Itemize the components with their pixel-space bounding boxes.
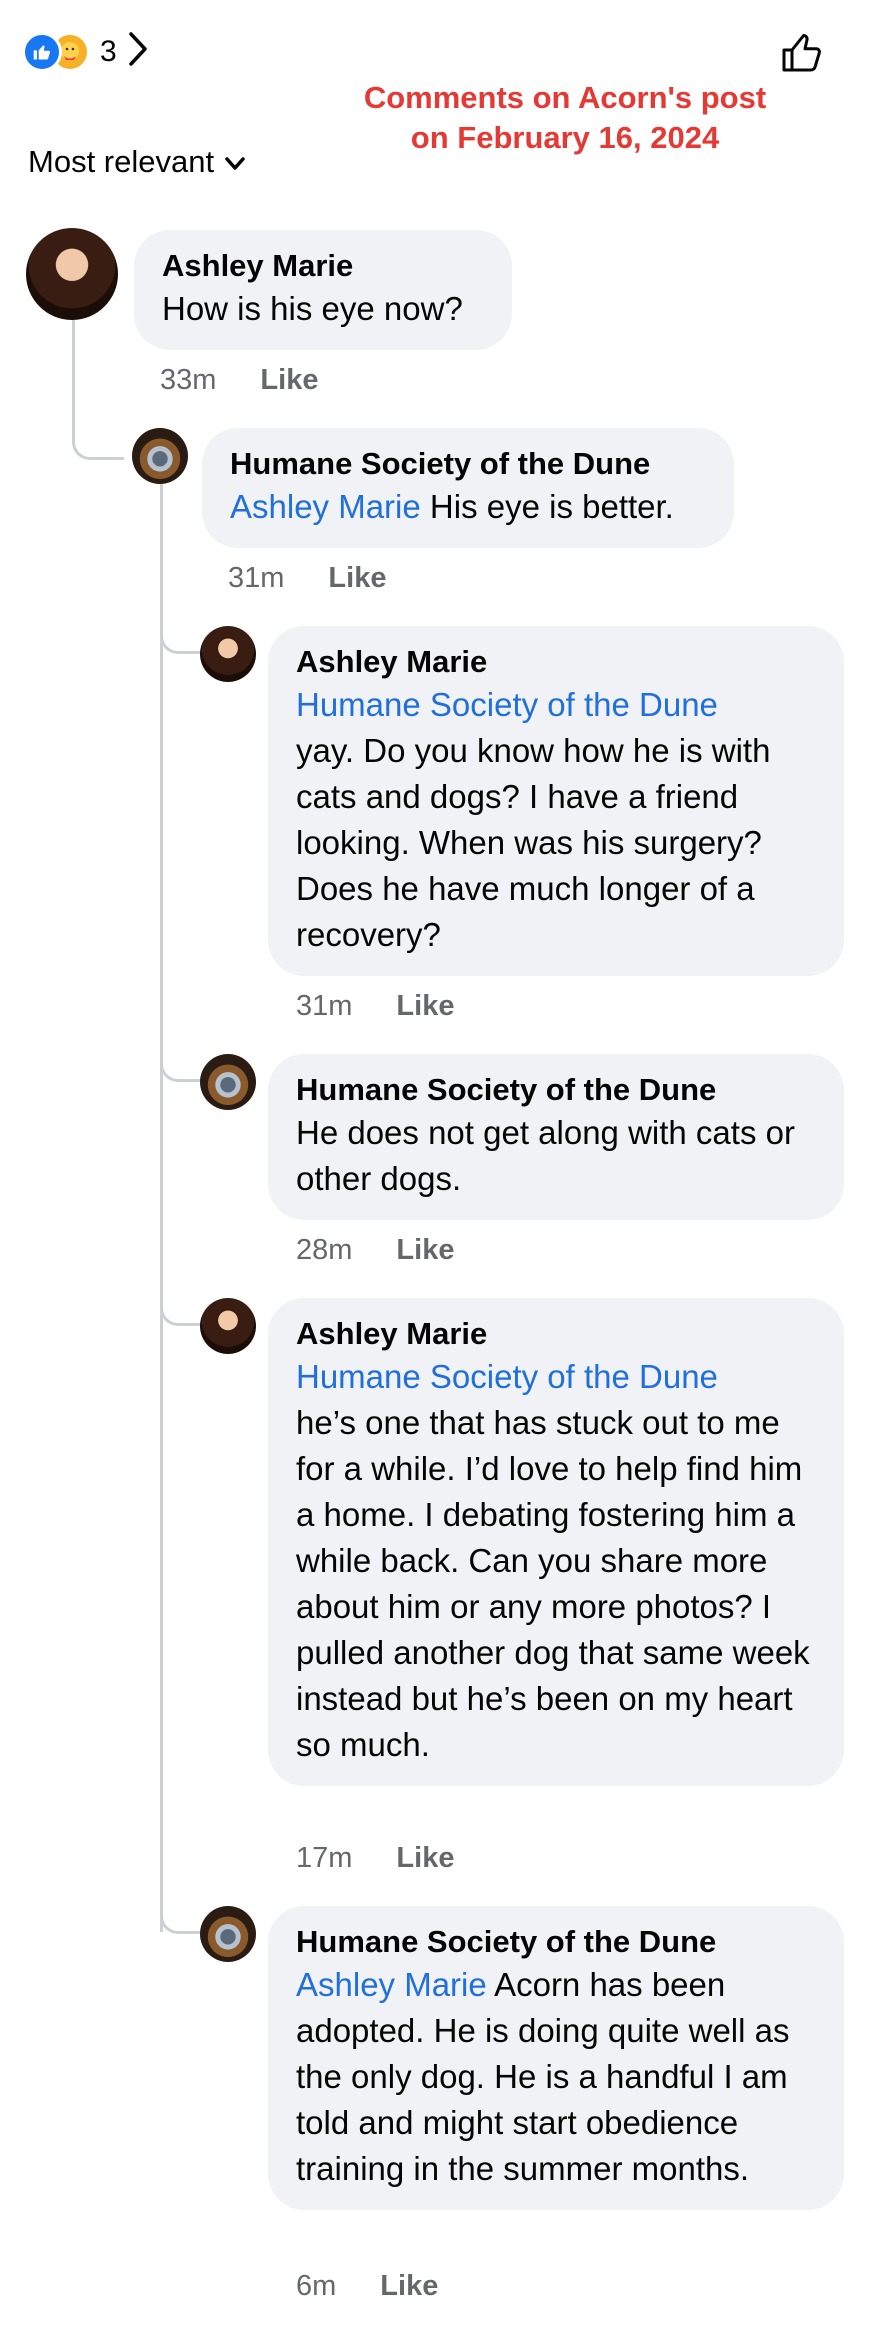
thread-curve-4 [160, 1910, 202, 1934]
comment-text: Humane Society of the Dune he’s one that … [296, 1354, 816, 1768]
avatar[interactable] [200, 1298, 256, 1354]
comment-author[interactable]: Ashley Marie [162, 246, 484, 286]
like-button[interactable]: Like [396, 1234, 454, 1267]
comment-author[interactable]: Humane Society of the Dune [296, 1070, 816, 1110]
chevron-right-icon[interactable] [127, 31, 149, 74]
comment-actions: 6m Like [296, 2270, 438, 2303]
like-button[interactable]: Like [380, 2270, 438, 2303]
comment-bubble: Ashley Marie How is his eye now? [134, 230, 512, 350]
like-button[interactable]: Like [260, 364, 318, 397]
comment-bubble: Humane Society of the Dune Ashley Marie … [202, 428, 734, 548]
comment-actions: 31m Like [228, 562, 386, 595]
comment-text: Ashley Marie Acorn has been adopted. He … [296, 1962, 816, 2192]
mention-link[interactable]: Humane Society of the Dune [296, 1354, 816, 1400]
comment-time[interactable]: 17m [296, 1842, 352, 1875]
comment-time[interactable]: 31m [228, 562, 284, 595]
comment-text: How is his eye now? [162, 290, 463, 327]
comment-actions: 31m Like [296, 990, 454, 1023]
thread-curve-3 [160, 1302, 202, 1326]
mention-link[interactable]: Humane Society of the Dune [296, 682, 816, 728]
comment-text: He does not get along with cats or other… [296, 1114, 795, 1197]
comment-actions: 17m Like [296, 1842, 454, 1875]
thumbs-up-outline-icon[interactable] [778, 28, 826, 76]
sort-label: Most relevant [28, 144, 215, 179]
comment-body: yay. Do you know how he is with cats and… [296, 732, 771, 953]
thread-curve-2 [160, 1058, 202, 1082]
comment-bubble: Ashley Marie Humane Society of the Dune y… [268, 626, 844, 976]
thread-line-root-curve [72, 440, 124, 460]
comment-actions: 28m Like [296, 1234, 454, 1267]
comment-time[interactable]: 28m [296, 1234, 352, 1267]
comment-author[interactable]: Ashley Marie [296, 642, 816, 682]
caption-line-1: Comments on Acorn's post [363, 80, 767, 115]
comment-author[interactable]: Humane Society of the Dune [296, 1922, 816, 1962]
sort-dropdown[interactable]: Most relevant [28, 144, 246, 180]
like-button[interactable]: Like [396, 990, 454, 1023]
avatar[interactable] [200, 626, 256, 682]
comment-text: Humane Society of the Dune yay. Do you kn… [296, 682, 816, 958]
comment-body: His eye is better. [420, 488, 674, 525]
mention-link[interactable]: Ashley Marie [230, 488, 421, 525]
avatar[interactable] [132, 428, 188, 484]
comment-bubble: Humane Society of the Dune He does not g… [268, 1054, 844, 1220]
avatar[interactable] [200, 1054, 256, 1110]
comment-bubble: Humane Society of the Dune Ashley Marie … [268, 1906, 844, 2210]
comment-text: Ashley Marie His eye is better. [230, 484, 706, 530]
comment-time[interactable]: 6m [296, 2270, 336, 2303]
image-caption: Comments on Acorn's post on February 16,… [340, 78, 790, 158]
comment-time[interactable]: 31m [296, 990, 352, 1023]
caption-line-2: on February 16, 2024 [410, 120, 720, 155]
mention-link[interactable]: Ashley Marie [296, 1966, 487, 2003]
comment-bubble: Ashley Marie Humane Society of the Dune h… [268, 1298, 844, 1786]
comment-body: he’s one that has stuck out to me for a … [296, 1404, 810, 1763]
comment-author[interactable]: Humane Society of the Dune [230, 444, 706, 484]
thread-line-root [72, 318, 75, 440]
like-reaction-icon [22, 32, 62, 72]
thread-line-replies [160, 482, 163, 1932]
avatar[interactable] [200, 1906, 256, 1962]
reaction-summary[interactable]: 3 [22, 30, 149, 74]
comment-author[interactable]: Ashley Marie [296, 1314, 816, 1354]
comment-actions: 33m Like [160, 364, 318, 397]
thread-curve-1 [160, 630, 202, 654]
like-button[interactable]: Like [328, 562, 386, 595]
avatar[interactable] [26, 228, 118, 320]
like-button[interactable]: Like [396, 1842, 454, 1875]
comment-time[interactable]: 33m [160, 364, 216, 397]
reaction-count: 3 [100, 35, 117, 68]
chevron-down-icon [224, 144, 246, 180]
